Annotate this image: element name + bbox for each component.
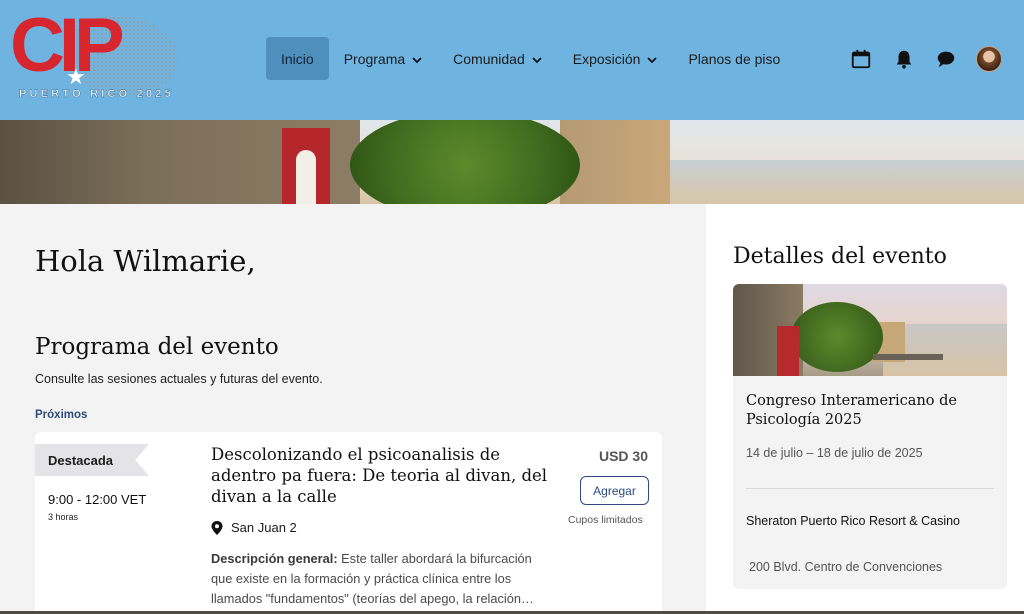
session-card[interactable]: Destacada 9:00 - 12:00 VET 3 horas Desco… (35, 432, 662, 614)
avatar[interactable] (976, 46, 1002, 72)
logo-letters: CIP (10, 3, 125, 88)
nav-inicio[interactable]: Inicio (266, 37, 329, 80)
bell-icon[interactable] (892, 47, 916, 71)
sidebar-title: Detalles del evento (733, 244, 947, 269)
nav-programa[interactable]: Programa (329, 37, 438, 80)
availability-text: Cupos limitados (568, 514, 643, 526)
nav-label: Exposición (572, 50, 641, 67)
cip-logo[interactable]: CIP ★ PUERTO RICO 2025 (8, 8, 178, 104)
hero-banner-image (0, 120, 1024, 204)
nav-label: Planos de piso (688, 50, 781, 67)
nav-label: Programa (343, 50, 406, 67)
nav-planos-de-piso[interactable]: Planos de piso (673, 37, 795, 80)
chevron-down-icon (531, 53, 543, 65)
nav-label: Comunidad (453, 50, 525, 67)
session-description: Descripción general: Este taller abordar… (211, 549, 551, 609)
logo-subtitle: PUERTO RICO 2025 (19, 88, 174, 100)
chevron-down-icon (411, 53, 423, 65)
section-subtitle: Consulte las sesiones actuales y futuras… (35, 372, 323, 386)
chevron-down-icon (646, 53, 658, 65)
event-details-sidebar: Detalles del evento Congreso Interameric… (706, 204, 1024, 614)
main-nav: Inicio Programa Comunidad Exposición Pla… (266, 37, 795, 80)
session-location: San Juan 2 (211, 520, 297, 535)
nav-comunidad[interactable]: Comunidad (438, 37, 558, 80)
top-header: CIP ★ PUERTO RICO 2025 Inicio Programa C… (0, 0, 1024, 120)
session-time: 9:00 - 12:00 VET (48, 492, 147, 507)
event-card[interactable]: Congreso Interamericano de Psicología 20… (733, 284, 1007, 589)
divider (746, 488, 994, 489)
event-address: 200 Blvd. Centro de Convenciones (749, 560, 943, 574)
event-dates: 14 de julio – 18 de julio de 2025 (746, 446, 923, 460)
session-price: USD 30 (598, 448, 648, 464)
section-title: Programa del evento (35, 334, 279, 360)
upcoming-label: Próximos (35, 409, 88, 421)
location-text: San Juan 2 (231, 520, 297, 535)
session-title[interactable]: Descolonizando el psicoanalisis de adent… (211, 444, 566, 507)
event-image (733, 284, 1007, 376)
location-pin-icon (211, 520, 223, 535)
add-session-button[interactable]: Agregar (580, 476, 649, 505)
description-label: Descripción general: (211, 551, 338, 566)
session-duration: 3 horas (48, 512, 79, 522)
main-content: Hola Wilmarie, Programa del evento Consu… (0, 204, 706, 614)
event-name: Congreso Interamericano de Psicología 20… (746, 393, 957, 428)
greeting-heading: Hola Wilmarie, (35, 244, 256, 278)
header-icons (849, 46, 1002, 72)
calendar-icon[interactable] (849, 47, 873, 71)
event-venue: Sheraton Puerto Rico Resort & Casino (746, 514, 960, 528)
nav-label: Inicio (281, 50, 314, 67)
nav-exposicion[interactable]: Exposición (558, 37, 674, 80)
featured-tag: Destacada (35, 444, 149, 476)
chat-icon[interactable] (934, 47, 958, 71)
star-icon: ★ (66, 64, 86, 89)
